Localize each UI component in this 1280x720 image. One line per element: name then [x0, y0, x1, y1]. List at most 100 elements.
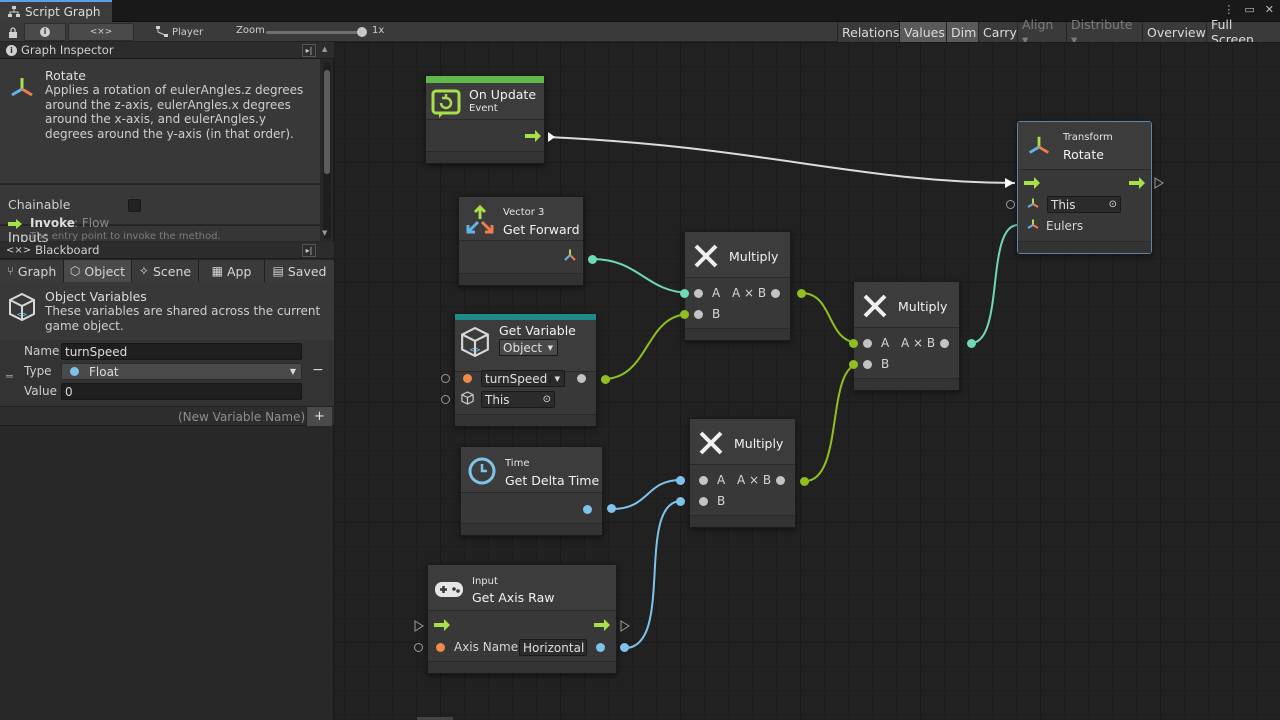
scroll-down-arrow-icon[interactable]: ▼ — [322, 229, 327, 237]
input-port-a[interactable] — [863, 339, 872, 348]
variable-name-dropdown[interactable]: turnSpeed ▼ — [481, 370, 565, 387]
multiply-3-a-connection-dot[interactable] — [676, 476, 685, 485]
tab-saved[interactable]: ▤ Saved — [265, 260, 334, 282]
node-get-variable[interactable]: <> Get Variable Object ▼ turnSpeed ▼ Thi… — [454, 313, 597, 427]
inspector-scrollbar[interactable] — [323, 62, 331, 239]
scroll-up-arrow-icon[interactable]: ▲ — [322, 45, 327, 53]
axis-raw-output-dot[interactable] — [620, 643, 629, 652]
relations-button[interactable]: Relations — [837, 22, 899, 42]
node-get-forward[interactable]: Vector 3 Get Forward — [458, 196, 584, 286]
variable-target-handle[interactable] — [441, 395, 450, 404]
add-variable-button[interactable]: + — [306, 407, 332, 426]
multiply-1-a-connection-dot[interactable] — [680, 289, 689, 298]
carry-button[interactable]: Carry — [978, 22, 1017, 42]
distribute-dropdown[interactable]: Distribute ▾ — [1066, 17, 1142, 47]
lock-button[interactable] — [4, 23, 22, 41]
blackboard-toggle-button[interactable]: <×> — [68, 23, 134, 41]
variable-name-input-port[interactable] — [463, 374, 472, 383]
window-controls: ⋮ ▭ ✕ — [1223, 3, 1274, 16]
zoom-slider[interactable] — [266, 27, 367, 37]
input-port-b[interactable] — [863, 360, 872, 369]
flow-input-port-icon[interactable] — [1024, 177, 1040, 189]
delta-time-output-port[interactable] — [583, 505, 592, 514]
axis-name-field[interactable]: Horizontal — [519, 639, 587, 656]
get-variable-output-port[interactable] — [577, 374, 586, 383]
multiply-2-b-connection-dot[interactable] — [849, 360, 858, 369]
target-input-handle[interactable] — [1006, 200, 1015, 209]
maximize-icon[interactable]: ▭ — [1244, 3, 1254, 16]
flow-output-port-icon[interactable] — [594, 619, 610, 631]
node-multiply-3[interactable]: Multiply A A × B B — [689, 418, 796, 528]
flow-input-handle-icon[interactable] — [414, 620, 424, 632]
svg-text:<>: <> — [17, 310, 27, 319]
node-get-axis-raw[interactable]: Input Get Axis Raw Axis Name Horizontal — [427, 564, 617, 674]
tab-scene[interactable]: ✧ Scene — [132, 260, 199, 282]
graph-canvas[interactable]: On Update Event Transform Rotate This ⊙ … — [335, 42, 1280, 720]
variable-name-field[interactable]: turnSpeed — [61, 343, 302, 360]
close-icon[interactable]: ✕ — [1265, 3, 1274, 16]
align-dropdown[interactable]: Align ▾ — [1017, 17, 1066, 47]
port-label-output: A × B — [901, 336, 936, 350]
menu-dots-icon[interactable]: ⋮ — [1223, 3, 1234, 16]
object-picker-icon[interactable]: ⊙ — [543, 394, 551, 405]
tab-graph[interactable]: ⑂ Graph — [0, 260, 64, 282]
input-port-b[interactable] — [694, 310, 703, 319]
node-transform-rotate[interactable]: Transform Rotate This ⊙ Eulers — [1017, 121, 1152, 254]
full-screen-button[interactable]: Full Screen — [1206, 17, 1280, 47]
input-port-a[interactable] — [694, 289, 703, 298]
input-port-a[interactable] — [699, 476, 708, 485]
zoom-slider-thumb[interactable] — [357, 27, 367, 37]
chainable-checkbox[interactable] — [128, 199, 141, 212]
rotate-target-field[interactable]: This ⊙ — [1047, 196, 1121, 213]
overview-button[interactable]: Overview — [1142, 22, 1206, 42]
output-port[interactable] — [776, 476, 785, 485]
dock-toggle-button[interactable]: ▸| — [302, 44, 316, 57]
drag-handle-icon[interactable]: ═ — [6, 370, 13, 383]
remove-variable-button[interactable]: − — [312, 362, 324, 378]
axis-name-input-port[interactable] — [436, 643, 445, 652]
object-picker-icon[interactable]: ⊙ — [1109, 199, 1117, 210]
output-port[interactable] — [771, 289, 780, 298]
node-multiply-1[interactable]: Multiply A A × B B — [684, 231, 791, 341]
axis-raw-output-port[interactable] — [596, 643, 605, 652]
tab-object[interactable]: ⬡ Object — [64, 260, 132, 282]
output-port[interactable] — [940, 339, 949, 348]
flow-output-port-icon[interactable] — [1129, 177, 1145, 189]
get-variable-output-dot[interactable] — [601, 375, 610, 384]
new-variable-name-input[interactable]: (New Variable Name) — [178, 410, 305, 424]
multiply-1-output-dot[interactable] — [797, 289, 806, 298]
axis-name-handle[interactable] — [414, 643, 423, 652]
zoom-label: Zoom — [236, 25, 265, 36]
multiply-2-a-connection-dot[interactable] — [849, 339, 858, 348]
input-port-b[interactable] — [699, 497, 708, 506]
node-get-delta-time[interactable]: Time Get Delta Time — [460, 446, 603, 536]
inspector-scroll-thumb[interactable] — [324, 70, 330, 174]
node-title: Get Axis Raw — [472, 590, 555, 605]
node-footer — [1018, 241, 1151, 253]
node-on-update[interactable]: On Update Event — [425, 75, 545, 164]
variable-name-handle[interactable] — [441, 374, 450, 383]
delta-time-output-dot[interactable] — [607, 504, 616, 513]
dim-button[interactable]: Dim — [946, 22, 978, 42]
node-multiply-2[interactable]: Multiply A A × B B — [853, 281, 960, 391]
flow-output-port-icon[interactable] — [525, 130, 541, 142]
multiply-1-b-connection-dot[interactable] — [680, 310, 689, 319]
get-forward-output-port[interactable] — [588, 255, 597, 264]
multiply-2-output-dot[interactable] — [967, 339, 976, 348]
variable-kind-dropdown[interactable]: Object ▼ — [499, 339, 558, 356]
player-breadcrumb[interactable]: Player — [156, 24, 203, 40]
inspector-toggle-button[interactable]: i — [24, 23, 66, 41]
flow-input-port-icon[interactable] — [434, 619, 450, 631]
values-button[interactable]: Values — [899, 22, 946, 42]
multiply-3-b-connection-dot[interactable] — [676, 497, 685, 506]
variable-type-dropdown[interactable]: Float ▼ — [61, 363, 302, 380]
variable-value-field[interactable]: 0 — [61, 383, 302, 400]
tab-app[interactable]: ▦ App — [199, 260, 265, 282]
tab-script-graph[interactable]: Script Graph — [0, 0, 112, 22]
dock-toggle-button[interactable]: ▸| — [302, 244, 316, 257]
flow-output-handle-icon[interactable] — [1154, 177, 1164, 189]
variable-target-field[interactable]: This ⊙ — [481, 391, 555, 408]
multiply-3-output-dot[interactable] — [800, 477, 809, 486]
flow-output-handle-icon[interactable] — [620, 620, 630, 632]
blackboard-header: <×> Blackboard ▸| — [0, 242, 334, 259]
